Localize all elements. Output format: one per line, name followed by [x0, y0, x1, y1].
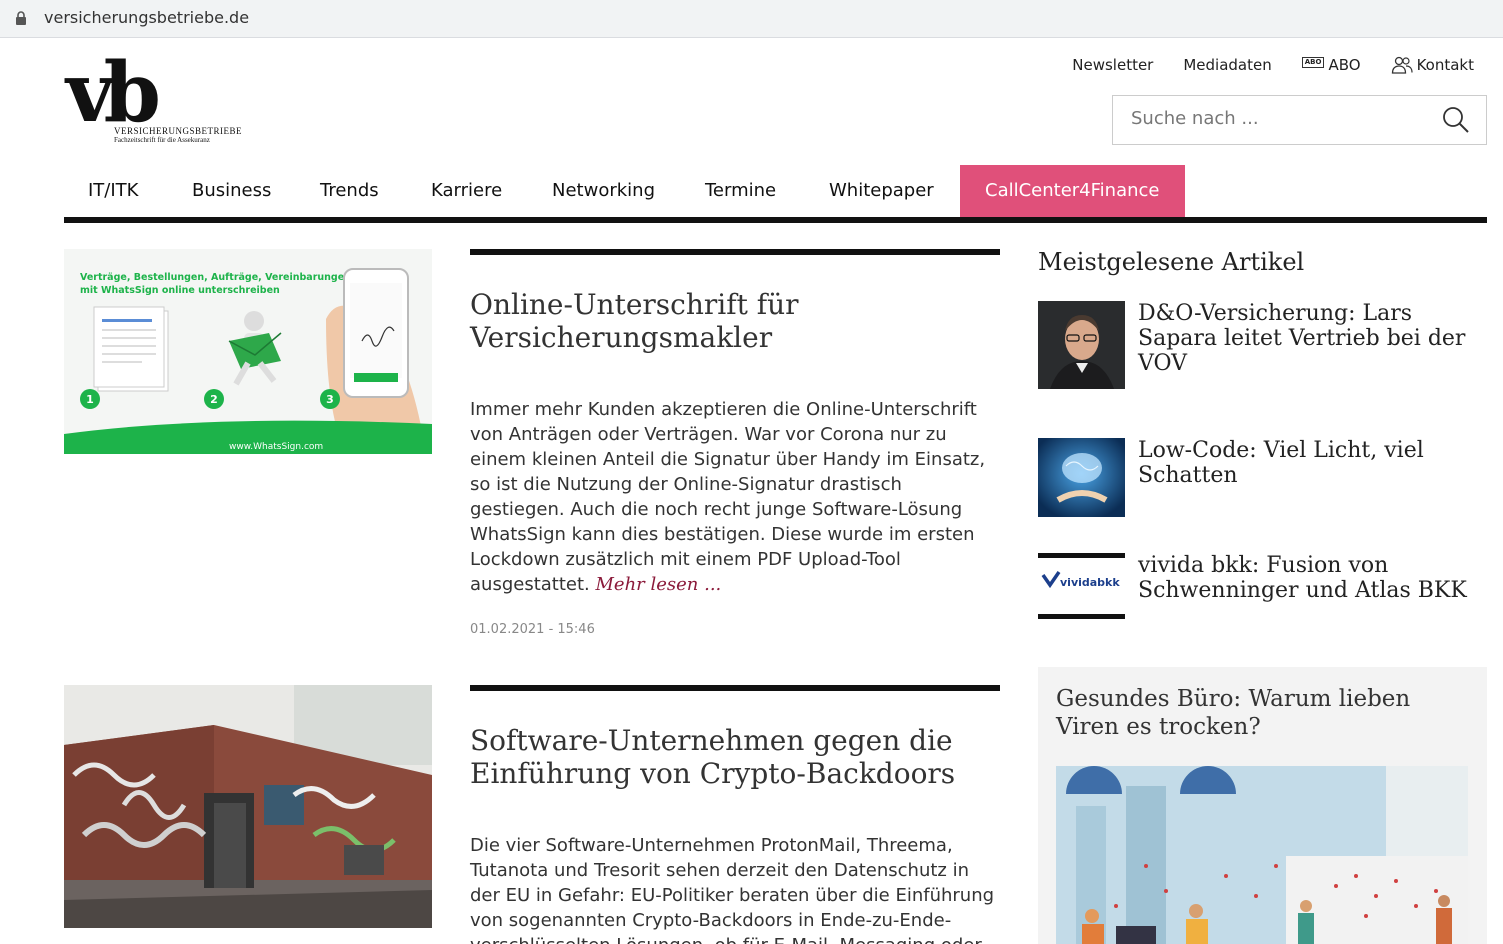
- graffiti-building-photo: [64, 685, 432, 928]
- browser-address-bar[interactable]: versicherungsbetriebe.de: [0, 0, 1503, 38]
- article-divider: [470, 685, 1000, 691]
- ad-step-3: 3: [326, 393, 334, 406]
- main-nav: IT/ITK Business Trends Karriere Networki…: [64, 165, 1487, 223]
- sidebar-title: Meistgelesene Artikel: [1038, 248, 1305, 276]
- ad-headline-2: mit WhatsSign online unterschreiben: [80, 285, 280, 296]
- sidebar-item-2[interactable]: Low-Code: Viel Licht, viel Schatten: [1038, 438, 1487, 528]
- sidebar-item-1[interactable]: D&O-Versicherung: Lars Sapara leitet Ver…: [1038, 301, 1487, 391]
- sidebar-item-3[interactable]: vividabkk vivida bkk: Fusion von Schwenn…: [1038, 553, 1487, 643]
- browser-url[interactable]: versicherungsbetriebe.de: [44, 8, 249, 27]
- sidebar-featured-office-illustration: [1056, 766, 1468, 944]
- article-2-image[interactable]: [64, 685, 432, 928]
- abo-label: ABO: [1328, 56, 1361, 74]
- sidebar-item-3-title[interactable]: vivida bkk: Fusion von Schwenninger und …: [1138, 553, 1487, 603]
- site-logo[interactable]: vb VERSICHERUNGSBETRIEBE Fachzeitschrift…: [66, 52, 242, 150]
- ad-headline-1: Verträge, Bestellungen, Aufträge, Verein…: [80, 272, 351, 283]
- whatssign-illustration: Verträge, Bestellungen, Aufträge, Verein…: [64, 249, 432, 454]
- abo-link[interactable]: ABO ABO: [1301, 56, 1361, 74]
- sidebar-item-1-photo: [1038, 301, 1125, 389]
- search-input[interactable]: [1131, 108, 1421, 129]
- ad-url: www.WhatsSign.com: [229, 442, 323, 452]
- article-divider: [470, 249, 1000, 255]
- search-icon[interactable]: [1442, 106, 1470, 134]
- sidebar-featured-title[interactable]: Gesundes Büro: Warum lieben Viren es tro…: [1056, 685, 1476, 741]
- article-1-date: 01.02.2021 - 15:46: [470, 622, 595, 637]
- logo-mark: vb: [66, 45, 161, 141]
- abo-icon: ABO: [1301, 56, 1325, 68]
- kontakt-label: Kontakt: [1416, 56, 1474, 74]
- top-links: Newsletter Mediadaten ABO ABO Kontakt: [1042, 56, 1474, 74]
- lock-icon: [16, 11, 26, 25]
- newsletter-link[interactable]: Newsletter: [1072, 56, 1153, 74]
- sidebar-item-2-brain-image: [1038, 438, 1125, 517]
- nav-item-termine[interactable]: Termine: [705, 165, 776, 217]
- article-1-more-link[interactable]: Mehr lesen ...: [596, 574, 722, 595]
- search-box: [1112, 95, 1487, 145]
- article-2: Software-Unternehmen gegen die Einführun…: [470, 685, 1000, 944]
- kontakt-link[interactable]: Kontakt: [1391, 56, 1474, 74]
- nav-item-it-itk[interactable]: IT/ITK: [88, 165, 138, 217]
- sidebar-item-1-title[interactable]: D&O-Versicherung: Lars Sapara leitet Ver…: [1138, 301, 1487, 376]
- nav-item-networking[interactable]: Networking: [552, 165, 655, 217]
- article-1: Online-Unterschrift für Versicherungsmak…: [470, 249, 1000, 637]
- vivida-logo-text: vividabkk: [1060, 576, 1120, 589]
- logo-tagline: VERSICHERUNGSBETRIEBE: [114, 126, 243, 136]
- ad-step-1: 1: [86, 393, 94, 406]
- sidebar-featured[interactable]: Gesundes Büro: Warum lieben Viren es tro…: [1038, 667, 1487, 944]
- nav-item-karriere[interactable]: Karriere: [431, 165, 502, 217]
- mediadaten-link[interactable]: Mediadaten: [1183, 56, 1271, 74]
- nav-item-callcenter4finance[interactable]: CallCenter4Finance: [960, 165, 1185, 217]
- ad-step-2: 2: [210, 393, 218, 406]
- article-2-title[interactable]: Software-Unternehmen gegen die Einführun…: [470, 724, 1000, 790]
- people-icon: [1391, 56, 1413, 74]
- article-2-teaser: Die vier Software-Unternehmen ProtonMail…: [470, 835, 995, 944]
- logo-subtagline: Fachzeitschrift für die Assekuranz: [114, 136, 210, 144]
- article-1-teaser-text: Immer mehr Kunden akzeptieren die Online…: [470, 399, 986, 595]
- nav-item-trends[interactable]: Trends: [320, 165, 379, 217]
- article-1-teaser: Immer mehr Kunden akzeptieren die Online…: [470, 397, 1000, 597]
- nav-item-business[interactable]: Business: [192, 165, 271, 217]
- sidebar-item-3-vivida-logo: vividabkk: [1038, 553, 1125, 619]
- nav-item-whitepaper[interactable]: Whitepaper: [829, 165, 934, 217]
- sidebar-item-2-title[interactable]: Low-Code: Viel Licht, viel Schatten: [1138, 438, 1487, 488]
- article-1-image[interactable]: Verträge, Bestellungen, Aufträge, Verein…: [64, 249, 432, 454]
- article-1-title[interactable]: Online-Unterschrift für Versicherungsmak…: [470, 288, 1000, 354]
